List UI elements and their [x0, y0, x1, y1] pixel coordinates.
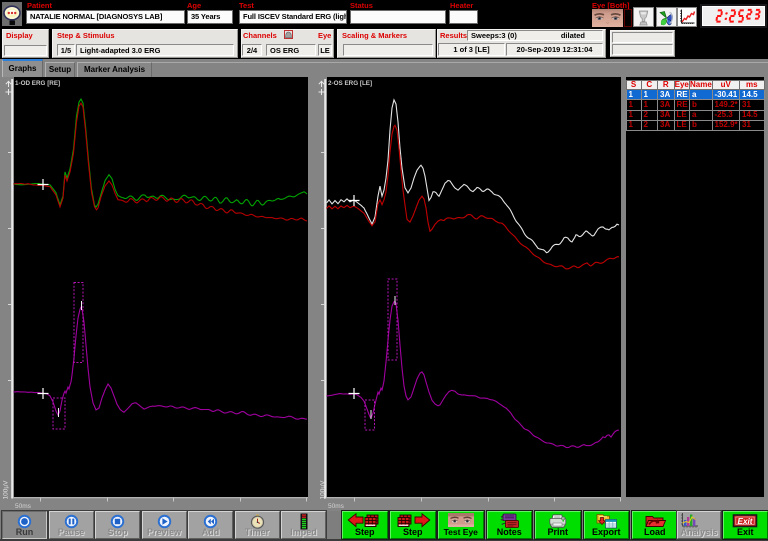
svg-text:Exit: Exit	[738, 517, 753, 526]
